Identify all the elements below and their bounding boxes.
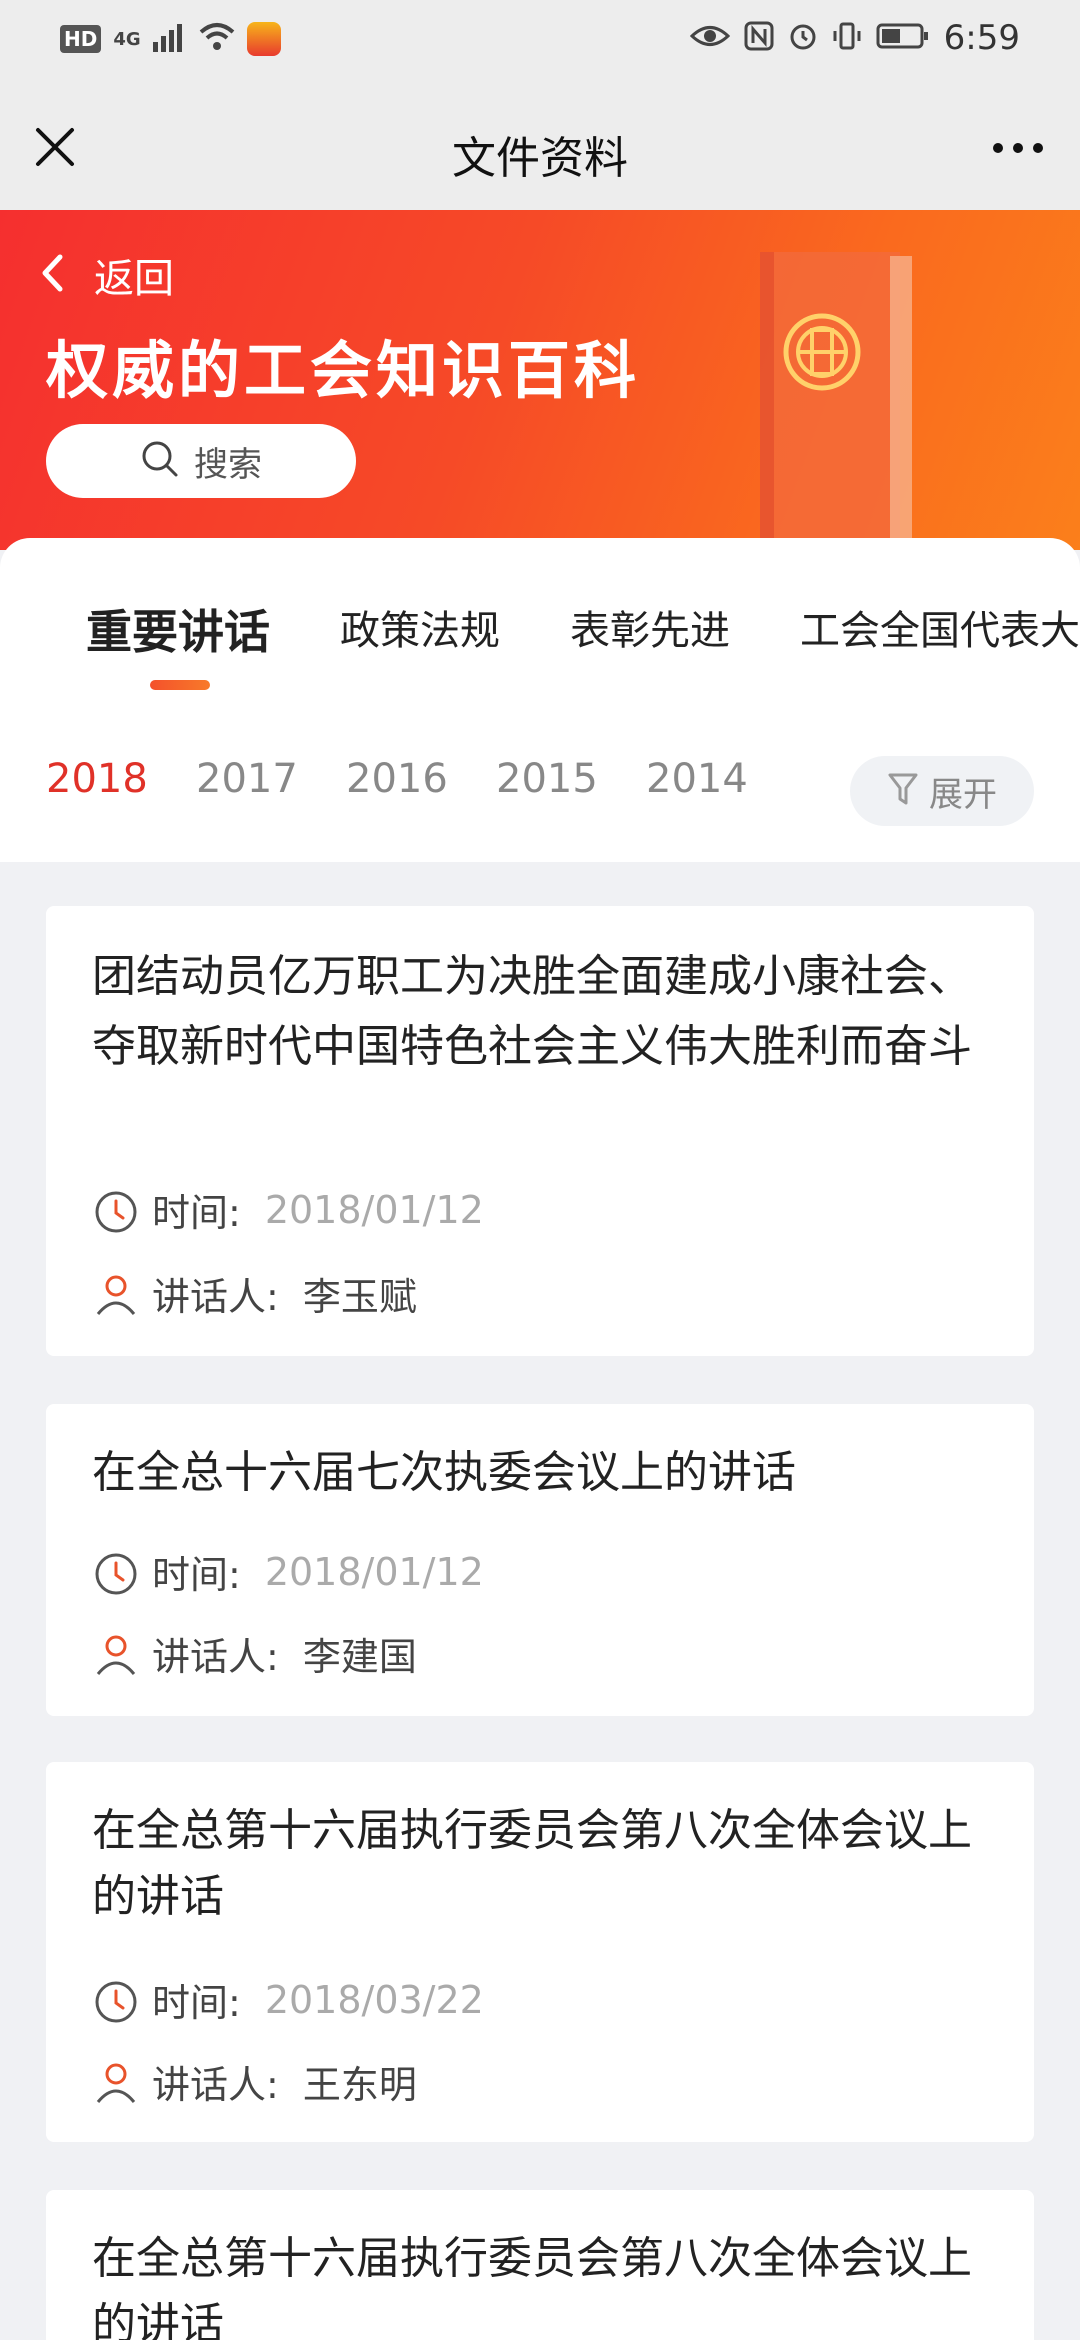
nav-bar: 文件资料 bbox=[0, 84, 1080, 210]
eye-icon bbox=[689, 21, 730, 55]
speaker-row: 讲话人: 王东明 bbox=[92, 2054, 417, 2109]
year-2015[interactable]: 2015 bbox=[496, 756, 598, 802]
time-row: 时间: 2018/03/22 bbox=[92, 1972, 484, 2027]
banner-title: 权威的工会知识百科 bbox=[46, 334, 641, 407]
list-item[interactable]: 团结动员亿万职工为决胜全面建成小康社会、夺取新时代中国特色社会主义伟大胜利而奋斗… bbox=[46, 906, 1034, 1356]
filter-icon bbox=[887, 771, 919, 811]
more-icon[interactable] bbox=[988, 128, 1048, 168]
clock-time: 6:59 bbox=[943, 18, 1020, 58]
speaker-label: 讲话人: bbox=[152, 1635, 279, 1679]
back-button[interactable]: 返回 bbox=[40, 246, 174, 304]
time-row: 时间: 2018/01/12 bbox=[92, 1182, 484, 1237]
page: HD 4G 6:59 文件资料 返回 权威的工会知识百科 搜索 重要讲话 政策法… bbox=[0, 0, 1080, 2340]
time-value: 2018/03/22 bbox=[264, 1977, 484, 2022]
tab-panel: 重要讲话 政策法规 表彰先进 工会全国代表大 2018 2017 2016 20… bbox=[0, 538, 1080, 862]
time-value: 2018/01/12 bbox=[264, 1549, 484, 1594]
expand-label: 展开 bbox=[929, 774, 997, 815]
clock-icon bbox=[92, 1976, 140, 2024]
speaker-value: 李玉赋 bbox=[302, 1275, 417, 1319]
network-type: 4G bbox=[113, 28, 141, 50]
person-icon bbox=[92, 1270, 140, 1318]
speaker-value: 李建国 bbox=[302, 1635, 417, 1679]
status-right: 6:59 bbox=[689, 18, 1020, 58]
search-label: 搜索 bbox=[194, 444, 262, 485]
wifi-icon bbox=[199, 22, 235, 56]
category-tabs: 重要讲话 政策法规 表彰先进 工会全国代表大 bbox=[0, 598, 1080, 678]
year-2018[interactable]: 2018 bbox=[46, 756, 148, 802]
speaker-label: 讲话人: bbox=[152, 1275, 279, 1319]
tab-national-congress[interactable]: 工会全国代表大 bbox=[800, 598, 1080, 656]
person-icon bbox=[92, 2058, 140, 2106]
nfc-icon bbox=[744, 21, 774, 55]
banner: 返回 权威的工会知识百科 搜索 bbox=[0, 210, 1080, 550]
list-item[interactable]: 在全总第十六届执行委员会第八次全体会议上的讲话 时间: 2018/03/22 讲… bbox=[46, 1762, 1034, 2142]
app-notification-icon bbox=[246, 22, 281, 56]
time-row: 时间: 2018/01/12 bbox=[92, 1544, 484, 1599]
chevron-left-icon bbox=[40, 253, 64, 297]
alarm-icon bbox=[788, 21, 818, 55]
hd-badge: HD bbox=[60, 25, 102, 53]
tab-policies[interactable]: 政策法规 bbox=[340, 598, 500, 656]
list-item[interactable]: 在全总第十六届执行委员会第八次全体会议上的讲话 bbox=[46, 2190, 1034, 2340]
speaker-row: 讲话人: 李建国 bbox=[92, 1626, 417, 1681]
time-value: 2018/01/12 bbox=[264, 1187, 484, 1232]
signal-icon bbox=[152, 22, 187, 56]
search-icon bbox=[140, 439, 180, 483]
speaker-row: 讲话人: 李玉赋 bbox=[92, 1266, 417, 1321]
speaker-value: 王东明 bbox=[302, 2063, 417, 2107]
status-bar: HD 4G 6:59 bbox=[0, 0, 1080, 84]
clock-icon bbox=[92, 1548, 140, 1596]
expand-button[interactable]: 展开 bbox=[850, 756, 1034, 826]
back-label: 返回 bbox=[94, 256, 174, 302]
item-title: 团结动员亿万职工为决胜全面建成小康社会、夺取新时代中国特色社会主义伟大胜利而奋斗 bbox=[92, 951, 972, 1072]
tab-important-speeches[interactable]: 重要讲话 bbox=[86, 598, 270, 662]
list-item[interactable]: 在全总十六届七次执委会议上的讲话 时间: 2018/01/12 讲话人: 李建国 bbox=[46, 1404, 1034, 1716]
page-title: 文件资料 bbox=[452, 133, 628, 184]
tab-commendations[interactable]: 表彰先进 bbox=[570, 598, 730, 656]
year-2014[interactable]: 2014 bbox=[646, 756, 748, 802]
item-title: 在全总第十六届执行委员会第八次全体会议上的讲话 bbox=[92, 1805, 972, 1922]
speaker-label: 讲话人: bbox=[152, 2063, 279, 2107]
time-label: 时间: bbox=[152, 1191, 241, 1235]
union-book-illustration bbox=[740, 242, 920, 550]
person-icon bbox=[92, 1630, 140, 1678]
search-button[interactable]: 搜索 bbox=[46, 424, 356, 498]
status-left: HD 4G bbox=[60, 22, 281, 56]
active-tab-indicator bbox=[150, 680, 210, 690]
clock-icon bbox=[92, 1186, 140, 1234]
time-label: 时间: bbox=[152, 1981, 241, 2025]
time-label: 时间: bbox=[152, 1553, 241, 1597]
year-2017[interactable]: 2017 bbox=[196, 756, 298, 802]
vibrate-icon bbox=[832, 21, 862, 55]
item-title: 在全总十六届七次执委会议上的讲话 bbox=[92, 1447, 796, 1498]
battery-icon bbox=[876, 21, 930, 55]
item-title: 在全总第十六届执行委员会第八次全体会议上的讲话 bbox=[92, 2233, 972, 2340]
year-2016[interactable]: 2016 bbox=[346, 756, 448, 802]
